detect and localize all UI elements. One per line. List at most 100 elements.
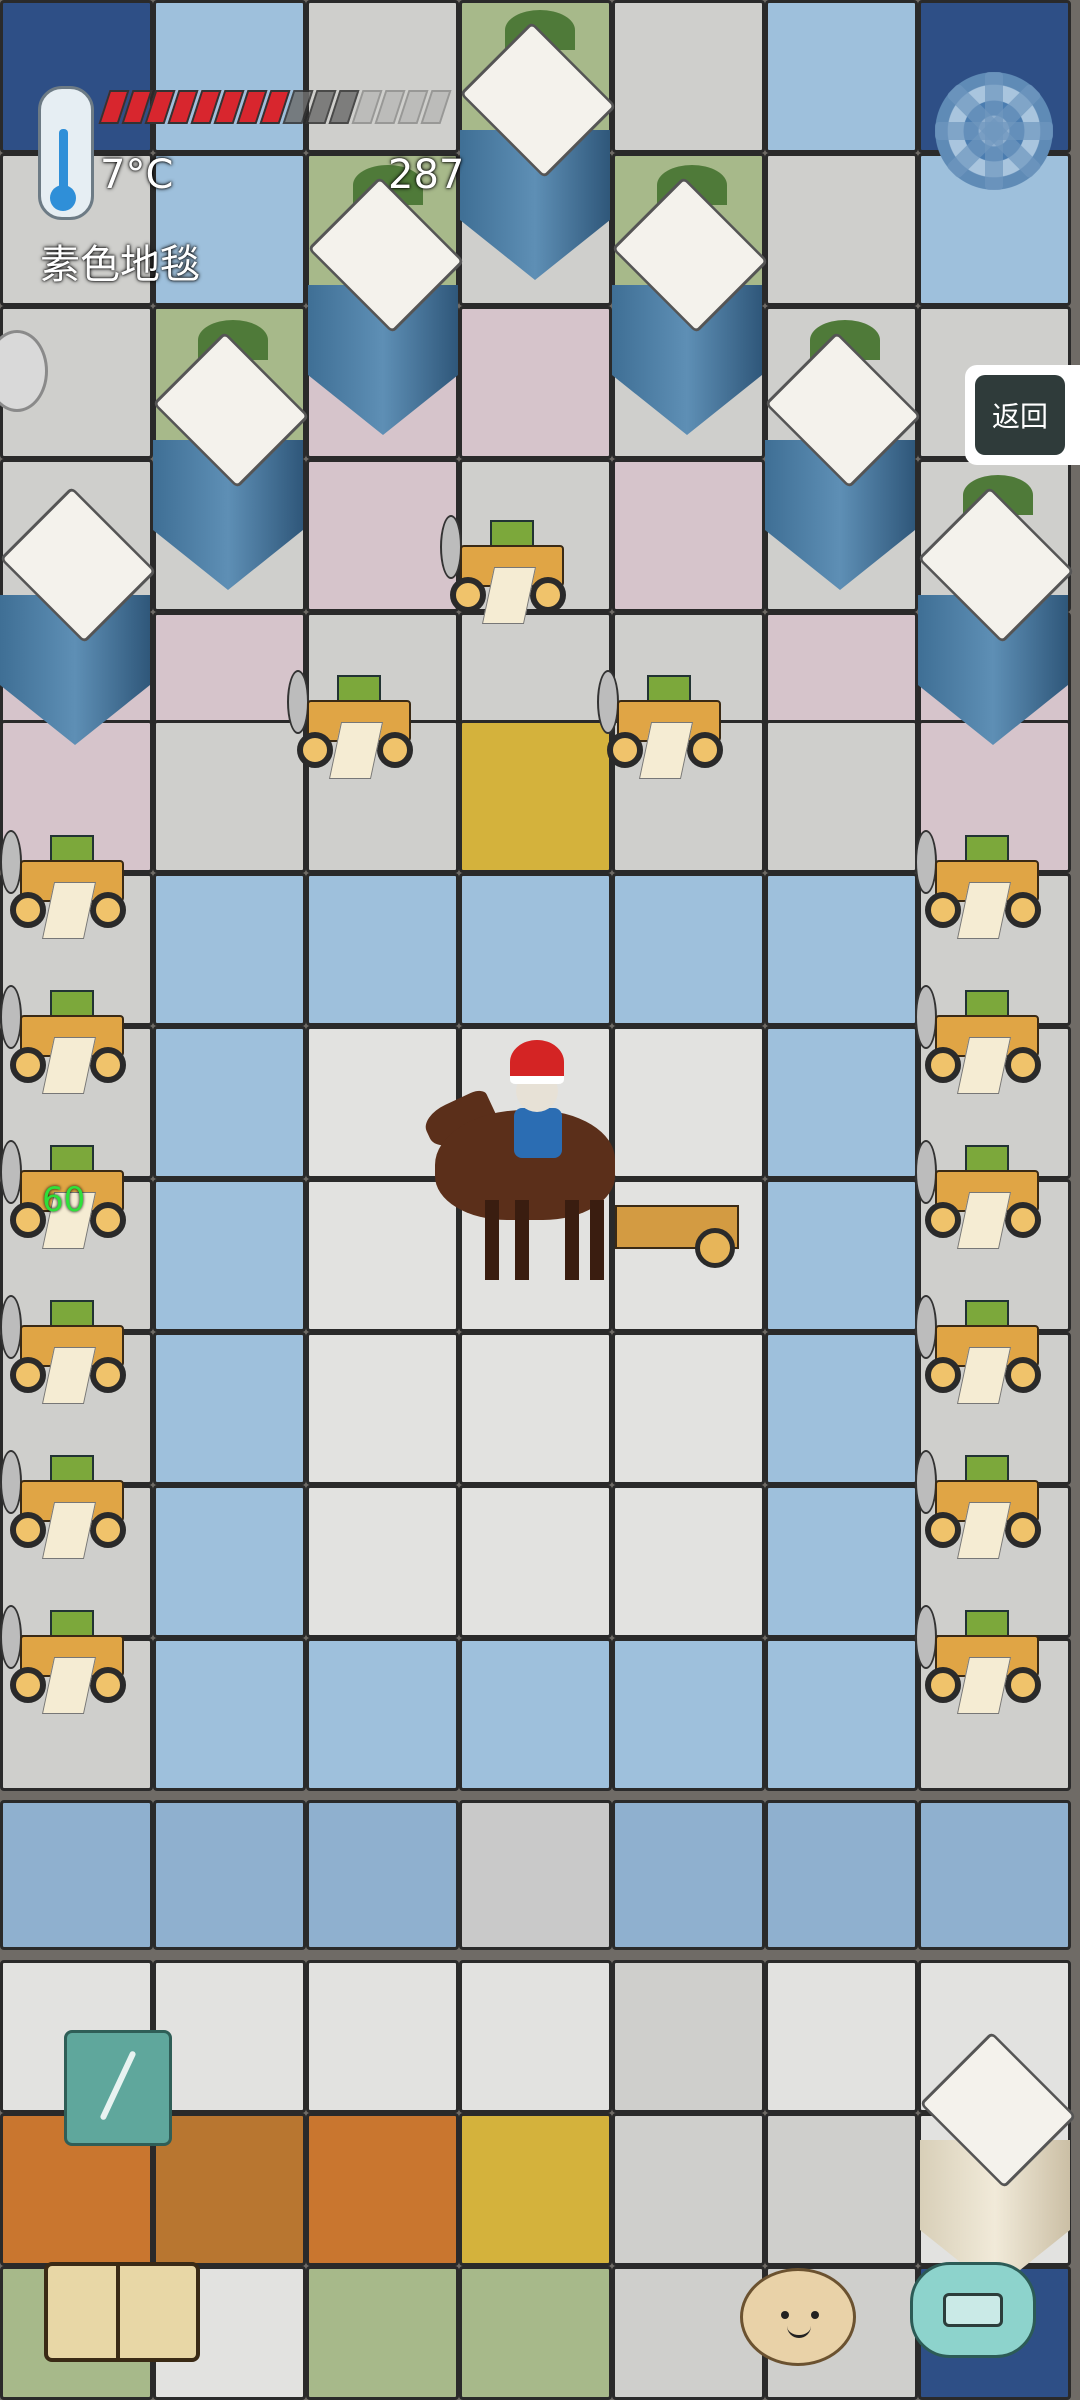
machine-cart[interactable] [915,1595,1045,1715]
cart-wheel [695,1228,735,1268]
rider-coat [514,1108,562,1158]
machine-wheel [90,1202,126,1238]
machine-cart[interactable] [0,1440,130,1560]
machine-wheel [607,732,643,768]
floor-tile [612,459,765,612]
horse-leg [590,1200,604,1280]
floor-tile [153,0,306,153]
machine-blade [915,985,937,1049]
player-character[interactable] [419,1030,745,1290]
pillar-block [307,165,465,465]
machine-blade [0,985,22,1049]
grass-tile [306,2266,459,2400]
floor-tile [153,1026,306,1179]
floor-tile [612,0,765,153]
floor-tile [612,2113,765,2266]
thermometer-icon [38,86,94,220]
machine-cart[interactable] [915,975,1045,1095]
machine-cart[interactable] [0,975,130,1095]
machine-blade [915,1140,937,1204]
machine-cart[interactable] [915,1130,1045,1250]
floor-tile [765,1638,918,1791]
floor-tile [765,1485,918,1638]
floor-tile [306,1332,459,1485]
wood-floor-tile [153,2113,306,2266]
machine-blade [0,1605,22,1669]
machine-wheel [687,732,723,768]
floating-number: 60 [42,1180,86,1220]
wall-tile [918,1800,1071,1950]
book-spine [116,2266,120,2358]
potato-eye [781,2311,789,2319]
floor-tile [765,2113,918,2266]
machine-cart[interactable] [0,1595,130,1715]
pencil-icon[interactable] [64,2030,172,2146]
machine-blade [597,670,619,734]
floor-tile [459,1485,612,1638]
horse-leg [485,1200,499,1280]
machine-cart[interactable] [915,1285,1045,1405]
machine-cart[interactable] [915,820,1045,940]
rider [500,1040,570,1158]
floor-tile [459,1638,612,1791]
machine-blade [0,1295,22,1359]
machine-cart[interactable] [915,1440,1045,1560]
machine-blade [0,830,22,894]
machine-wheel [925,1667,961,1703]
floor-tile [459,1960,612,2113]
floor-tile [459,1332,612,1485]
pillar-block [611,165,769,465]
machine-wheel [10,892,46,928]
gear-icon[interactable] [935,72,1053,190]
machine-blade [440,515,462,579]
pillar-block [152,320,310,620]
machine-blade [0,1140,22,1204]
back-button-label: 返回 [975,375,1065,455]
book-icon[interactable] [44,2262,200,2362]
machine-wheel [10,1202,46,1238]
floor-tile [612,1960,765,2113]
pillar-block [764,320,922,620]
keyboard-icon[interactable] [910,2262,1036,2358]
pillar-block [0,485,157,775]
floor-tile [765,1960,918,2113]
machine-wheel [1005,1047,1041,1083]
keyboard-keys [943,2293,1003,2327]
current-tile-name: 素色地毯 [40,242,200,288]
machine-cart[interactable] [0,820,130,940]
wall-tile [153,1800,306,1950]
floor-tile [612,2266,765,2400]
floor-tile [765,1332,918,1485]
machine-cart[interactable] [0,1285,130,1405]
floor-tile [306,1485,459,1638]
floor-tile [306,459,459,612]
floor-tile [306,0,459,153]
pillar-block [917,475,1075,775]
pencil-stroke [99,2050,137,2121]
back-button[interactable]: 返回 [965,365,1080,465]
floor-tile [459,2113,612,2266]
machine-wheel [10,1047,46,1083]
machine-wheel [925,892,961,928]
wall-tile [0,1800,153,1950]
machine-cart[interactable] [597,660,727,780]
floor-tile [153,1332,306,1485]
floor-tile [153,1960,306,2113]
stone-path-tile [459,1800,612,1950]
machine-wheel [1005,892,1041,928]
machine-wheel [1005,1202,1041,1238]
machine-cart[interactable] [287,660,417,780]
machine-wheel [925,1357,961,1393]
floor-tile [612,1485,765,1638]
floor-tile [765,0,918,153]
machine-cart[interactable] [440,505,570,625]
wall-tile [612,1800,765,1950]
floor-tile [459,306,612,459]
machine-wheel [297,732,333,768]
machine-wheel [1005,1357,1041,1393]
potato-face-icon[interactable] [740,2268,856,2366]
machine-wheel [90,1047,126,1083]
machine-wheel [10,1357,46,1393]
machine-wheel [925,1202,961,1238]
floor-tile [765,1026,918,1179]
